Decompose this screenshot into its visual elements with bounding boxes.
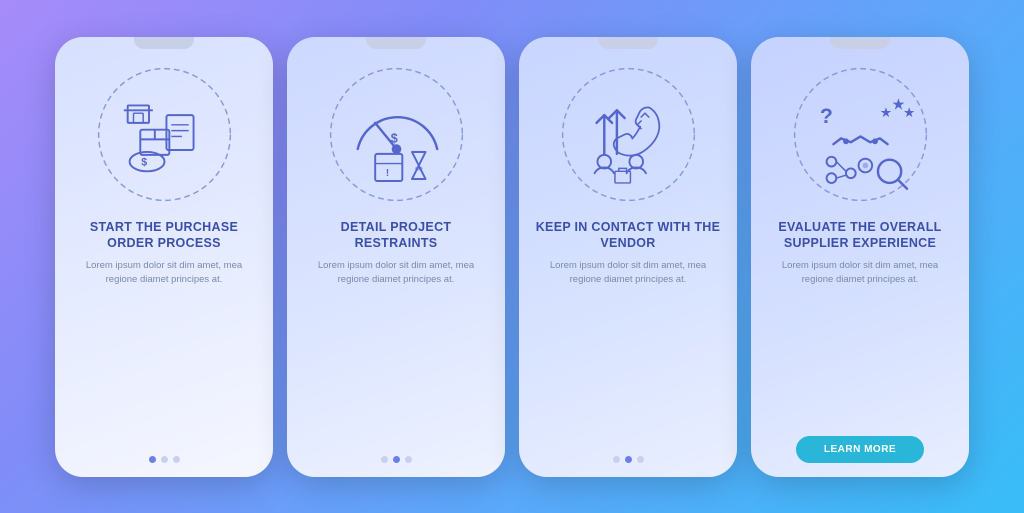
dot-3-2 bbox=[625, 456, 632, 463]
illustration-purchase-order: $ bbox=[84, 55, 244, 215]
phone-3: KEEP IN CONTACT WITH THE VENDOR Lorem ip… bbox=[519, 37, 737, 477]
learn-more-button[interactable]: LEARN MORE bbox=[796, 436, 924, 463]
phone-title-1: START THE PURCHASE ORDER PROCESS bbox=[71, 219, 257, 252]
illustration-supplier-experience: ★ ★ ★ ? bbox=[780, 55, 940, 215]
phone-desc-4: Lorem ipsum dolor sit dim amet, mea regi… bbox=[767, 259, 953, 288]
svg-text:★: ★ bbox=[879, 105, 891, 120]
phone-content-1: START THE PURCHASE ORDER PROCESS Lorem i… bbox=[55, 215, 273, 477]
phone-title-3: KEEP IN CONTACT WITH THE VENDOR bbox=[535, 219, 721, 252]
phone-1: $ START THE PURCHASE ORDER PROCESS Lorem… bbox=[55, 37, 273, 477]
phone-desc-3: Lorem ipsum dolor sit dim amet, mea regi… bbox=[535, 259, 721, 288]
phone-2: $ ! DETAIL PROJECT RESTRAINTS Lorem ipsu… bbox=[287, 37, 505, 477]
illustration-vendor-contact bbox=[548, 55, 708, 215]
dot-1-2 bbox=[161, 456, 168, 463]
svg-text:★: ★ bbox=[903, 105, 915, 120]
dot-1-3 bbox=[173, 456, 180, 463]
dot-3-3 bbox=[637, 456, 644, 463]
phone-dots-3 bbox=[613, 456, 644, 463]
phone-desc-2: Lorem ipsum dolor sit dim amet, mea regi… bbox=[303, 259, 489, 288]
svg-text:$: $ bbox=[390, 131, 397, 145]
svg-text:!: ! bbox=[385, 168, 388, 179]
phone-content-2: DETAIL PROJECT RESTRAINTS Lorem ipsum do… bbox=[287, 215, 505, 477]
dot-2-1 bbox=[381, 456, 388, 463]
svg-text:$: $ bbox=[141, 157, 147, 169]
dot-1-1 bbox=[149, 456, 156, 463]
phone-dots-1 bbox=[149, 456, 180, 463]
svg-text:?: ? bbox=[819, 104, 832, 128]
phone-notch-2 bbox=[366, 37, 426, 49]
phone-notch-4 bbox=[830, 37, 890, 49]
phone-content-4: EVALUATE THE OVERALL SUPPLIER EXPERIENCE… bbox=[751, 215, 969, 477]
dot-3-1 bbox=[613, 456, 620, 463]
phone-dots-2 bbox=[381, 456, 412, 463]
phone-notch-1 bbox=[134, 37, 194, 49]
phone-content-3: KEEP IN CONTACT WITH THE VENDOR Lorem ip… bbox=[519, 215, 737, 477]
phone-4: ★ ★ ★ ? bbox=[751, 37, 969, 477]
phone-notch-3 bbox=[598, 37, 658, 49]
phone-title-4: EVALUATE THE OVERALL SUPPLIER EXPERIENCE bbox=[767, 219, 953, 252]
dot-2-2 bbox=[393, 456, 400, 463]
phone-desc-1: Lorem ipsum dolor sit dim amet, mea regi… bbox=[71, 259, 257, 288]
phone-title-2: DETAIL PROJECT RESTRAINTS bbox=[303, 219, 489, 252]
dot-2-3 bbox=[405, 456, 412, 463]
illustration-project-restraints: $ ! bbox=[316, 55, 476, 215]
phones-container: $ START THE PURCHASE ORDER PROCESS Lorem… bbox=[35, 17, 989, 497]
